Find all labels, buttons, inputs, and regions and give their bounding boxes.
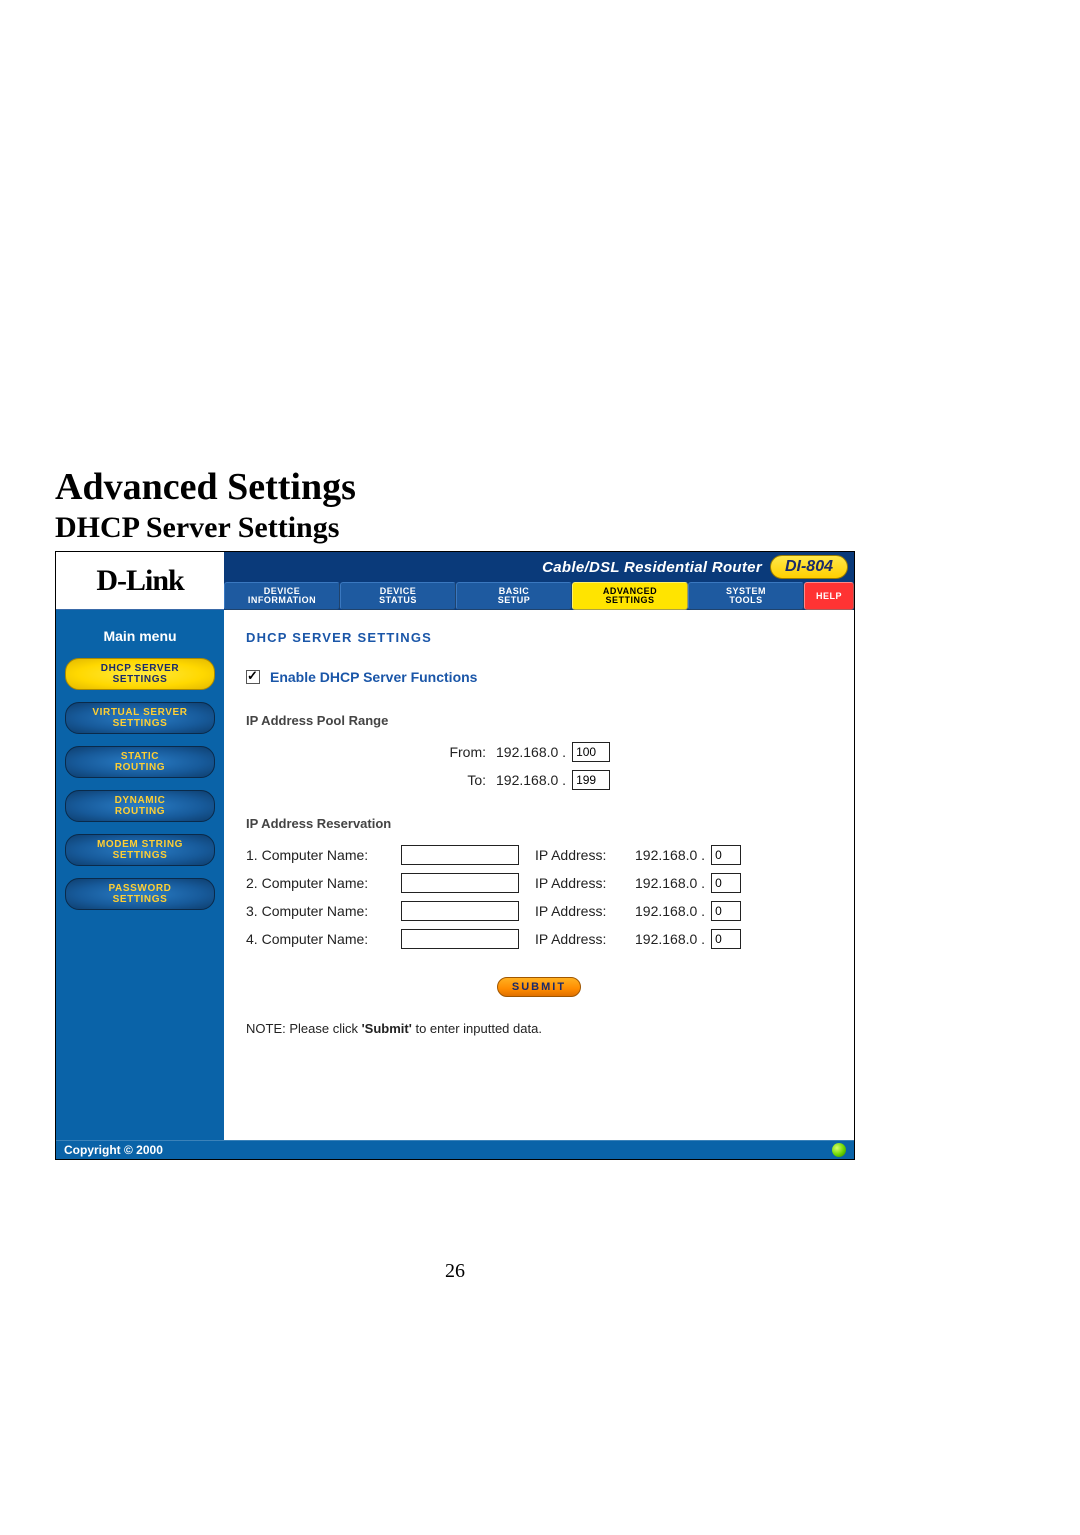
ip-pool-to-input[interactable] [572,770,610,790]
ip-pool-heading: IP Address Pool Range [246,713,832,728]
computer-name-input-4[interactable] [401,929,519,949]
tab-label: INFORMATION [248,596,316,605]
computer-name-input-3[interactable] [401,901,519,921]
ip-reservation-prefix: 192.168.0 . [635,847,711,863]
note-text: NOTE: Please click 'Submit' to enter inp… [246,1021,832,1036]
ip-octet-input-4[interactable] [711,929,741,949]
ip-reservation-section: IP Address Reservation 1. Computer Name:… [246,816,832,949]
ip-octet-input-2[interactable] [711,873,741,893]
ip-octet-input-3[interactable] [711,901,741,921]
doc-subtitle: DHCP Server Settings [55,511,1025,545]
sidebar-item-label: STATICROUTING [115,751,165,773]
sidebar-item-label: MODEM STRINGSETTINGS [97,839,183,861]
brand-logo: D-Link [96,564,183,598]
logo-cell: D-Link [56,552,224,610]
from-label: From: [246,744,496,760]
tab-device-information[interactable]: DEVICE INFORMATION [224,582,340,610]
ip-reservation-prefix: 192.168.0 . [635,903,711,919]
sidebar-item-virtual-server-settings[interactable]: VIRTUAL SERVERSETTINGS [65,702,215,734]
sidebar-item-static-routing[interactable]: STATICROUTING [65,746,215,778]
reservation-number-label: 4. Computer Name: [246,931,401,947]
sidebar: Main menu DHCP SERVERSETTINGS VIRTUAL SE… [56,610,224,1140]
ip-address-label: IP Address: [535,931,635,947]
reservation-number-label: 2. Computer Name: [246,875,401,891]
computer-name-input-1[interactable] [401,845,519,865]
banner: Cable/DSL Residential Router DI-804 [224,552,854,582]
enable-dhcp-checkbox[interactable] [246,670,260,684]
sidebar-item-dhcp-server-settings[interactable]: DHCP SERVERSETTINGS [65,658,215,690]
reservation-row: 2. Computer Name: IP Address: 192.168.0 … [246,873,832,893]
tab-label: TOOLS [729,596,762,605]
tab-system-tools[interactable]: SYSTEM TOOLS [688,582,804,610]
tab-label: SETUP [498,596,531,605]
tab-help[interactable]: HELP [804,582,854,610]
ip-reservation-prefix: 192.168.0 . [635,875,711,891]
sidebar-item-label: PASSWORDSETTINGS [109,883,172,905]
content-panel: DHCP SERVER SETTINGS Enable DHCP Server … [224,610,854,1140]
sidebar-item-password-settings[interactable]: PASSWORDSETTINGS [65,878,215,910]
doc-title: Advanced Settings [55,465,1025,509]
tab-basic-setup[interactable]: BASIC SETUP [456,582,572,610]
ip-address-label: IP Address: [535,903,635,919]
enable-dhcp-row: Enable DHCP Server Functions [246,669,832,685]
ip-address-label: IP Address: [535,847,635,863]
reservation-row: 1. Computer Name: IP Address: 192.168.0 … [246,845,832,865]
sidebar-title: Main menu [103,628,176,644]
ip-pool-to-row: To: 192.168.0 . [246,770,832,790]
computer-name-input-2[interactable] [401,873,519,893]
nav-tabs: DEVICE INFORMATION DEVICE STATUS BASIC S… [224,582,854,610]
tab-device-status[interactable]: DEVICE STATUS [340,582,456,610]
sidebar-item-dynamic-routing[interactable]: DYNAMICROUTING [65,790,215,822]
ip-octet-input-1[interactable] [711,845,741,865]
banner-label: Cable/DSL Residential Router [542,559,762,576]
topbar-right: Cable/DSL Residential Router DI-804 DEVI… [224,552,854,610]
tab-label: SETTINGS [605,596,654,605]
submit-button[interactable]: Submit [497,977,581,997]
model-pill: DI-804 [770,555,848,579]
ip-reservation-prefix: 192.168.0 . [635,931,711,947]
ip-address-label: IP Address: [535,875,635,891]
ip-reservation-heading: IP Address Reservation [246,816,832,831]
tab-label: STATUS [379,596,417,605]
to-label: To: [246,772,496,788]
page-number: 26 [55,1260,855,1283]
sidebar-item-label: VIRTUAL SERVERSETTINGS [92,707,187,729]
tab-label: HELP [816,592,842,601]
sidebar-item-label: DYNAMICROUTING [115,795,166,817]
reservation-number-label: 1. Computer Name: [246,847,401,863]
sidebar-item-modem-string-settings[interactable]: MODEM STRINGSETTINGS [65,834,215,866]
reservation-row: 3. Computer Name: IP Address: 192.168.0 … [246,901,832,921]
ip-pool-from-prefix: 192.168.0 . [496,744,572,760]
ip-pool-from-input[interactable] [572,742,610,762]
status-dot-icon [832,1143,846,1157]
reservation-number-label: 3. Computer Name: [246,903,401,919]
enable-dhcp-label: Enable DHCP Server Functions [270,669,477,685]
reservation-row: 4. Computer Name: IP Address: 192.168.0 … [246,929,832,949]
body-row: Main menu DHCP SERVERSETTINGS VIRTUAL SE… [56,610,854,1140]
topbar: D-Link Cable/DSL Residential Router DI-8… [56,552,854,610]
footer: Copyright © 2000 [56,1140,854,1159]
ip-pool-to-prefix: 192.168.0 . [496,772,572,788]
ip-pool-from-row: From: 192.168.0 . [246,742,832,762]
section-heading: DHCP SERVER SETTINGS [246,630,832,645]
tab-advanced-settings[interactable]: ADVANCED SETTINGS [572,582,688,610]
sidebar-item-label: DHCP SERVERSETTINGS [101,663,179,685]
router-ui-screenshot: D-Link Cable/DSL Residential Router DI-8… [55,551,855,1160]
submit-wrap: Submit [246,977,832,997]
copyright-text: Copyright © 2000 [64,1143,163,1157]
